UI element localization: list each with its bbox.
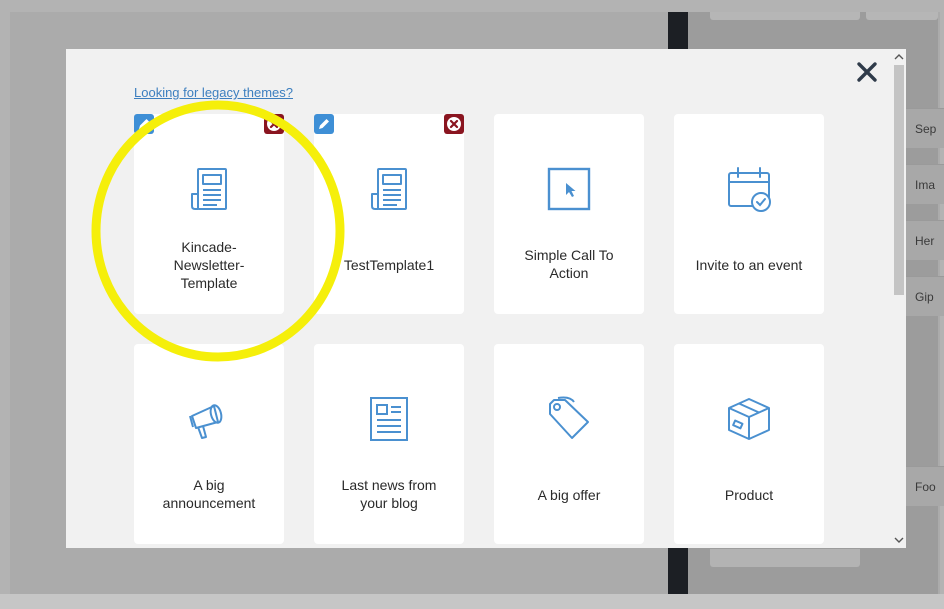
- price-tag-icon: [549, 396, 589, 439]
- template-card-invite-to-event[interactable]: Invite to an event: [674, 114, 824, 314]
- cursor-square-icon: [547, 167, 591, 211]
- close-button[interactable]: [854, 59, 880, 85]
- template-label: Last news from your blog: [341, 477, 437, 511]
- scroll-down-icon[interactable]: [892, 534, 906, 546]
- template-label: A big offer: [537, 487, 601, 503]
- template-card-simple-call-to-action[interactable]: Simple Call To Action: [494, 114, 644, 314]
- background-sidebar-item: Her: [906, 220, 944, 260]
- megaphone-icon: [189, 404, 223, 439]
- template-card-testtemplate1[interactable]: TestTemplate1: [314, 114, 464, 314]
- background-sidebar-item: Foo: [906, 466, 944, 506]
- template-card-kincade[interactable]: Kincade- Newsletter- Template: [134, 114, 284, 314]
- modal-scrollbar[interactable]: [892, 49, 906, 548]
- background-bottom-strip: [0, 594, 944, 609]
- calendar-check-icon: [728, 167, 771, 212]
- background-bottom-box: [710, 549, 860, 567]
- box-icon: [728, 398, 770, 440]
- delete-icon: [447, 117, 461, 131]
- scroll-thumb[interactable]: [894, 65, 904, 295]
- edit-template-button[interactable]: [134, 114, 154, 134]
- newspaper-icon: [191, 168, 227, 210]
- delete-template-button[interactable]: [264, 114, 284, 134]
- delete-icon: [267, 117, 281, 131]
- template-label: TestTemplate1: [343, 257, 435, 273]
- template-card-last-news-blog[interactable]: Last news from your blog: [314, 344, 464, 544]
- background-sidebar-item: Sep: [906, 108, 944, 148]
- scroll-up-icon[interactable]: [892, 51, 906, 63]
- newspaper-icon: [371, 168, 407, 210]
- template-label: Simple Call To Action: [524, 247, 614, 281]
- template-label: A big announcement: [162, 477, 256, 511]
- background-top-box: [710, 12, 860, 20]
- template-picker-modal: Looking for legacy themes? Kincade- News…: [66, 49, 906, 548]
- background-sidebar-item: Gip: [906, 276, 944, 316]
- template-card-big-announcement[interactable]: A big announcement: [134, 344, 284, 544]
- close-icon: [857, 62, 877, 82]
- template-label: Kincade- Newsletter- Template: [173, 239, 245, 291]
- document-list-icon: [370, 397, 408, 441]
- template-label: Invite to an event: [695, 257, 803, 273]
- template-label: Product: [724, 487, 774, 503]
- pencil-icon: [139, 119, 149, 129]
- delete-template-button[interactable]: [444, 114, 464, 134]
- pencil-icon: [319, 119, 329, 129]
- background-sidebar-item: Ima: [906, 164, 944, 204]
- template-card-big-offer[interactable]: A big offer: [494, 344, 644, 544]
- edit-template-button[interactable]: [314, 114, 334, 134]
- background-top-box: [866, 12, 938, 20]
- template-card-product[interactable]: Product: [674, 344, 824, 544]
- legacy-themes-link[interactable]: Looking for legacy themes?: [134, 85, 293, 100]
